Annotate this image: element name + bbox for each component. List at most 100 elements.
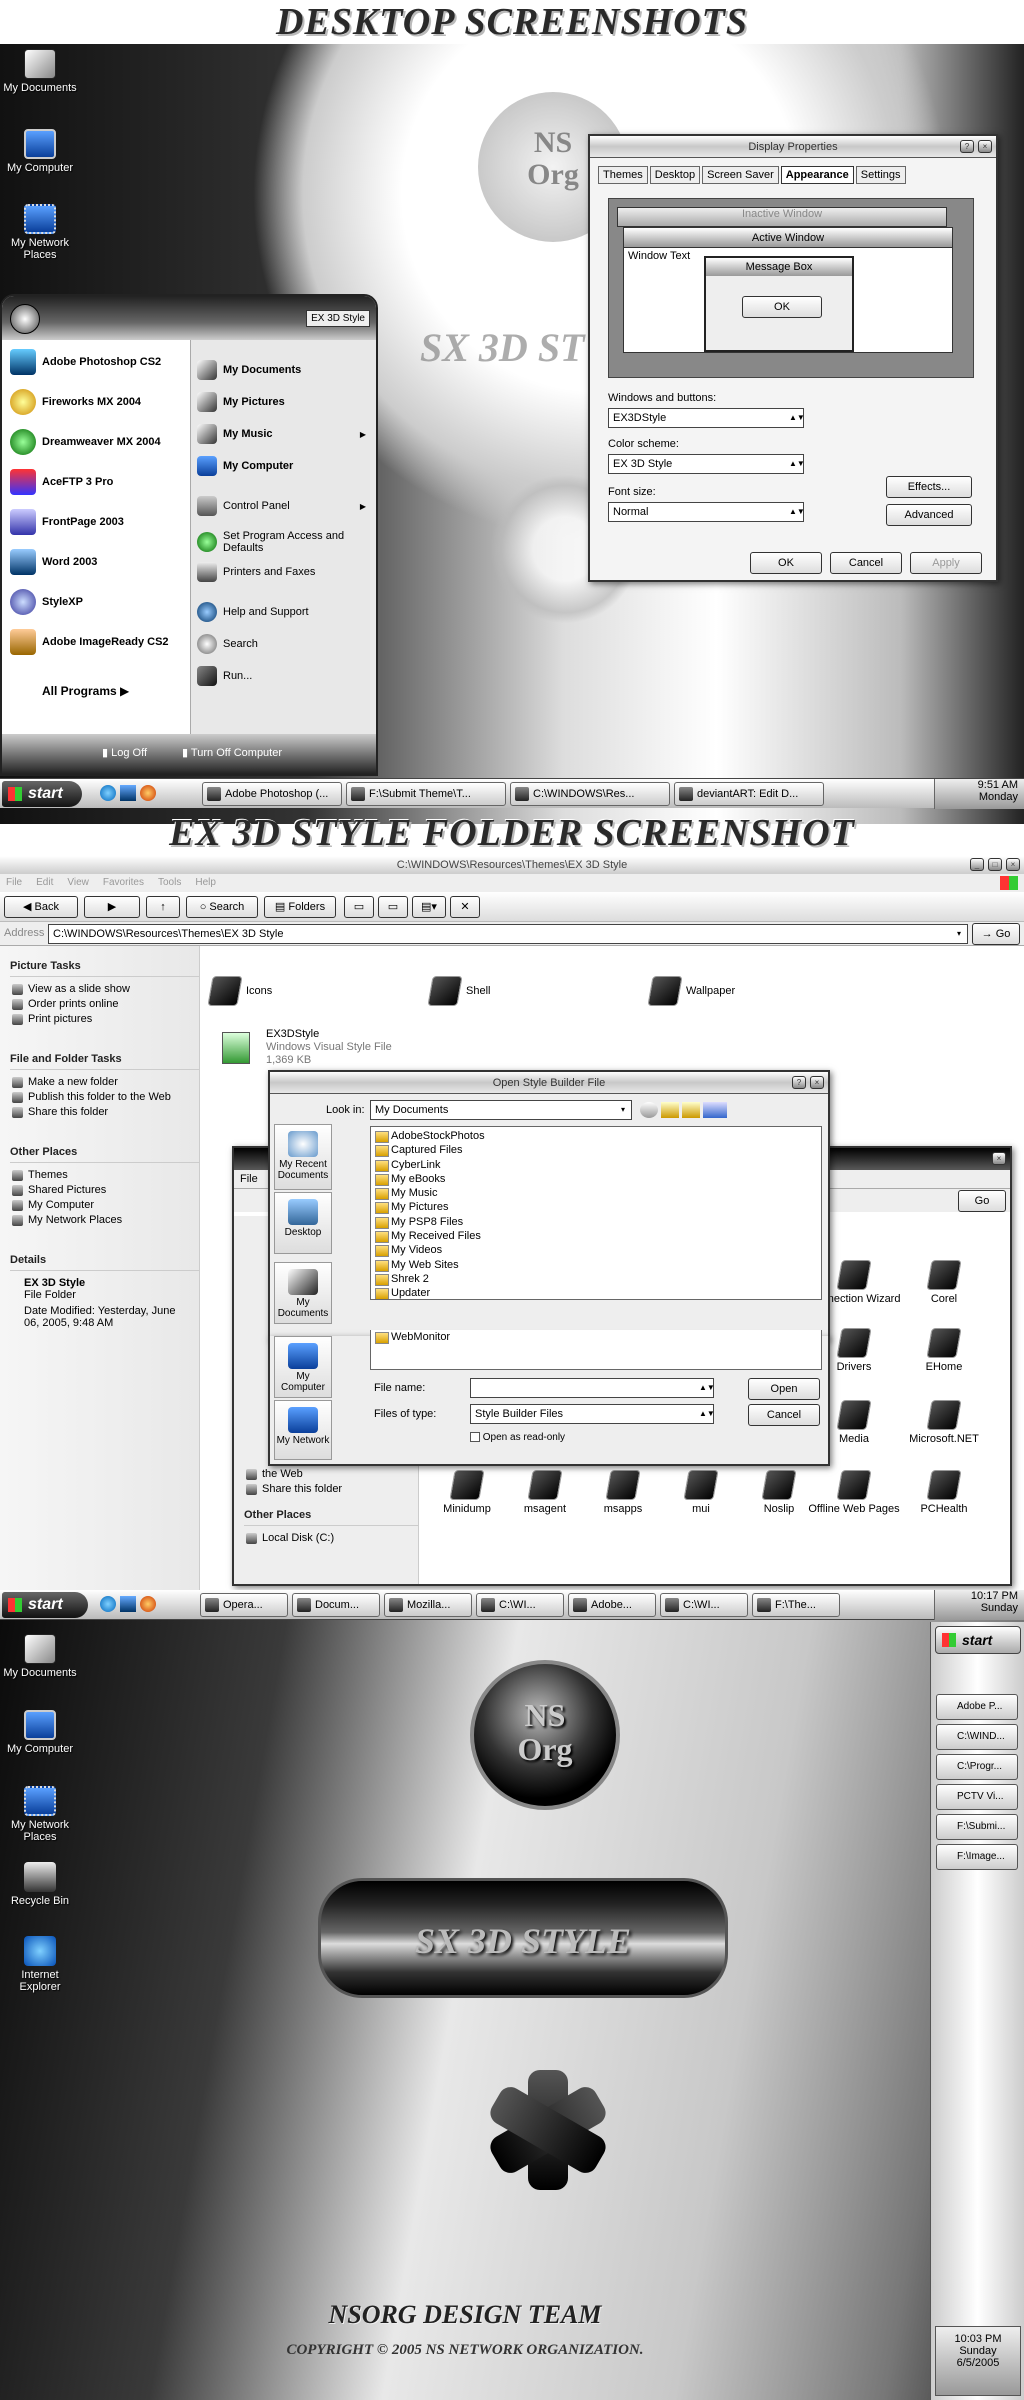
ok-button[interactable]: OK — [750, 552, 822, 574]
program-dreamweaver[interactable]: Dreamweaver MX 2004 — [10, 426, 185, 458]
sidebar-task[interactable]: C:\WIND... — [936, 1724, 1018, 1750]
start-button[interactable]: start — [2, 781, 82, 807]
look-in-select[interactable]: My Documents ▾ — [370, 1100, 632, 1120]
run-link[interactable]: Run... — [197, 662, 372, 690]
program-stylexp[interactable]: StyleXP — [10, 586, 185, 618]
menu-edit[interactable]: Edit — [36, 874, 53, 892]
close-button[interactable]: × — [810, 1076, 824, 1089]
taskbar-item[interactable]: F:\Submit Theme\T... — [346, 782, 506, 806]
menu-file[interactable]: File — [6, 874, 22, 892]
menu-file[interactable]: File — [240, 1173, 258, 1185]
list-item[interactable]: My PSP8 Files — [371, 1215, 821, 1230]
taskbar-item[interactable]: F:\The... — [752, 1593, 840, 1617]
file-type-select[interactable]: Style Builder Files ▲▼ — [470, 1404, 715, 1424]
sidebar-task[interactable]: Adobe P... — [936, 1694, 1018, 1720]
folder-pchealth[interactable]: PCHealth — [894, 1470, 994, 1515]
folder-msagent[interactable]: msagent — [502, 1470, 588, 1515]
folder-msapps[interactable]: msapps — [580, 1470, 666, 1515]
folder-offline-web-pages[interactable]: Offline Web Pages — [804, 1470, 904, 1515]
task-publish[interactable]: Publish this folder to the Web — [12, 1091, 199, 1103]
my-documents-link[interactable]: My Documents — [197, 356, 372, 384]
go-button[interactable]: → Go — [972, 923, 1020, 945]
ie-icon[interactable] — [100, 785, 116, 801]
my-pictures-link[interactable]: My Pictures — [197, 388, 372, 416]
program-aceftp[interactable]: AceFTP 3 Pro — [10, 466, 185, 498]
place-recent-documents[interactable]: My Recent Documents — [274, 1124, 332, 1190]
list-item[interactable]: My Received Files — [371, 1229, 821, 1244]
taskbar-item[interactable]: C:\WINDOWS\Res... — [510, 782, 670, 806]
printers-link[interactable]: Printers and Faxes — [197, 558, 372, 586]
sidebar-task[interactable]: PCTV Vi... — [936, 1784, 1018, 1810]
list-item[interactable]: My Web Sites — [371, 1258, 821, 1272]
move-to-button[interactable]: ▭ — [344, 896, 374, 918]
maximize-button[interactable]: □ — [988, 858, 1002, 871]
font-size-select[interactable]: Normal ▲▼ — [608, 502, 805, 522]
control-panel-link[interactable]: Control Panel ▶ — [197, 492, 372, 520]
tab-appearance[interactable]: Appearance — [780, 166, 854, 184]
taskbar-item[interactable]: C:\WI... — [660, 1593, 748, 1617]
program-fireworks[interactable]: Fireworks MX 2004 — [10, 386, 185, 418]
task-share[interactable]: Share this folder — [12, 1106, 199, 1118]
close-button[interactable]: × — [978, 140, 992, 153]
desktop-icon-recycle-bin[interactable]: Recycle Bin — [0, 1862, 80, 1907]
place-local-disk[interactable]: Local Disk (C:) — [246, 1532, 418, 1544]
firefox-icon[interactable] — [140, 1596, 156, 1612]
file-ex3dstyle[interactable]: EX3DStyle Windows Visual Style File 1,36… — [222, 1028, 422, 1072]
list-item[interactable]: CyberLink — [371, 1158, 821, 1172]
menu-favorites[interactable]: Favorites — [103, 874, 144, 892]
task-new-folder[interactable]: Make a new folder — [12, 1076, 199, 1088]
tab-screen-saver[interactable]: Screen Saver — [702, 166, 779, 184]
cancel-button[interactable]: Cancel — [830, 552, 902, 574]
taskbar-item[interactable]: Adobe... — [568, 1593, 656, 1617]
windows-buttons-select[interactable]: EX3DStyle ▲▼ — [608, 408, 805, 428]
program-frontpage[interactable]: FrontPage 2003 — [10, 506, 185, 538]
desktop-icon-my-documents[interactable]: My Documents — [0, 49, 80, 94]
color-scheme-select[interactable]: EX 3D Style ▲▼ — [608, 454, 805, 474]
delete-button[interactable]: ✕ — [450, 896, 480, 918]
taskbar-item[interactable]: Adobe Photoshop (... — [202, 782, 342, 806]
task-print-pictures[interactable]: Print pictures — [12, 1013, 199, 1025]
place-my-computer-btn[interactable]: My Computer — [274, 1336, 332, 1398]
place-my-documents[interactable]: My Documents — [274, 1262, 332, 1324]
folder-mui[interactable]: mui — [658, 1470, 744, 1515]
desktop-icon-network[interactable]: My Network Places — [0, 1786, 80, 1843]
views-button[interactable]: ▤▾ — [412, 896, 446, 918]
task-order-prints[interactable]: Order prints online — [12, 998, 199, 1010]
place-themes[interactable]: Themes — [12, 1169, 199, 1181]
close-button[interactable]: × — [992, 1152, 1006, 1165]
start-button[interactable]: start — [2, 1592, 88, 1618]
other-places-header[interactable]: Other Places — [244, 1509, 418, 1526]
ie-icon[interactable] — [100, 1596, 116, 1612]
new-folder-icon[interactable] — [682, 1102, 700, 1118]
my-music-link[interactable]: My Music ▶ — [197, 420, 372, 448]
menu-view[interactable]: View — [67, 874, 89, 892]
taskbar-item[interactable]: C:\WI... — [476, 1593, 564, 1617]
tab-settings[interactable]: Settings — [855, 166, 906, 184]
list-item[interactable]: My Videos — [371, 1243, 821, 1258]
address-input[interactable]: C:\WINDOWS\Resources\Themes\EX 3D Style ▾ — [48, 924, 968, 944]
folder-shell[interactable]: Shell — [427, 976, 540, 1006]
desktop-icon-my-documents[interactable]: My Documents — [0, 1634, 80, 1679]
taskbar-item[interactable]: Mozilla... — [384, 1593, 472, 1617]
details-header[interactable]: Details — [10, 1254, 199, 1271]
close-button[interactable]: × — [1006, 858, 1020, 871]
list-item[interactable]: Captured Files — [371, 1143, 821, 1158]
folder-corel[interactable]: Corel — [894, 1260, 994, 1305]
read-only-checkbox[interactable]: Open as read-only — [470, 1432, 565, 1443]
list-item[interactable]: AdobeStockPhotos — [371, 1129, 821, 1144]
sidebar-task[interactable]: F:\Submi... — [936, 1814, 1018, 1840]
folder-icons[interactable]: Icons — [207, 976, 320, 1006]
help-button[interactable]: ? — [792, 1076, 806, 1089]
list-item[interactable]: My eBooks — [371, 1172, 821, 1187]
program-word[interactable]: Word 2003 — [10, 546, 185, 578]
tab-themes[interactable]: Themes — [598, 166, 648, 184]
effects-button[interactable]: Effects... — [886, 476, 972, 498]
start-button[interactable]: start — [935, 1626, 1021, 1654]
turnoff-button[interactable]: ▮ Turn Off Computer — [182, 746, 282, 759]
apply-button[interactable]: Apply — [910, 552, 982, 574]
folder-ehome[interactable]: EHome — [894, 1328, 994, 1373]
help-button[interactable]: ? — [960, 140, 974, 153]
cancel-button[interactable]: Cancel — [748, 1404, 820, 1426]
list-item[interactable]: Shrek 2 — [371, 1272, 821, 1287]
folder-minidump[interactable]: Minidump — [424, 1470, 510, 1515]
